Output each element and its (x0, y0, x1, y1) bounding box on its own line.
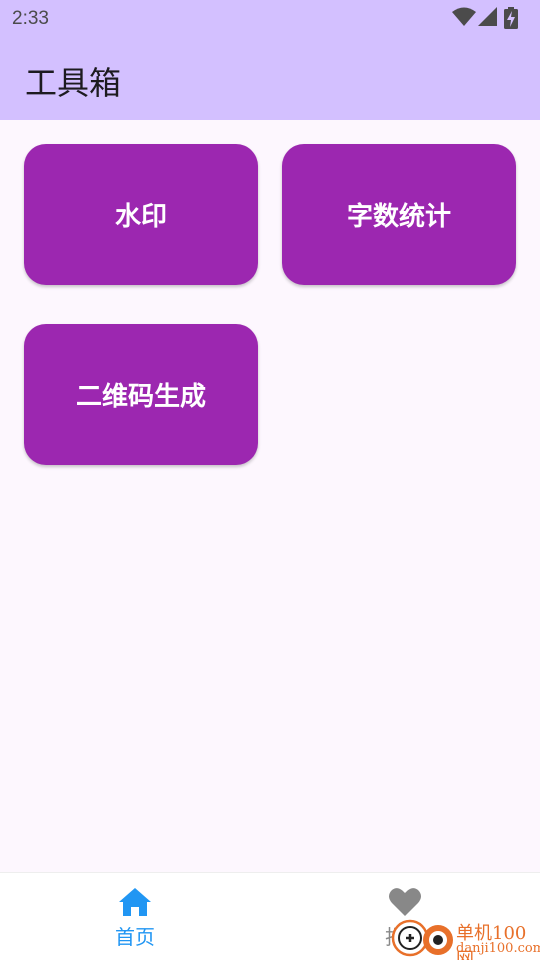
nav-label-home: 首页 (115, 925, 155, 949)
watermark-url: danji100.com (456, 941, 540, 956)
watermark-logo-icon (391, 919, 453, 957)
home-icon (119, 888, 151, 916)
cellular-signal-icon (478, 7, 497, 26)
app-bar: 工具箱 (0, 38, 540, 120)
status-bar: 2:33 (0, 0, 540, 38)
qr-code-tool-button[interactable]: 二维码生成 (24, 324, 258, 465)
screen: 2:33 工具箱 水印 字数统计 二维码生成 首页 单机100网 danji10… (0, 0, 540, 960)
heart-icon (389, 888, 421, 916)
watermark-tool-button[interactable]: 水印 (24, 144, 258, 285)
page-title: 工具箱 (25, 64, 122, 102)
battery-charging-icon (504, 7, 518, 29)
nav-item-home[interactable]: 首页 (0, 873, 270, 960)
status-time: 2:33 (12, 8, 49, 29)
word-count-tool-button[interactable]: 字数统计 (282, 144, 516, 285)
wifi-icon (452, 7, 476, 26)
watermark: 单机100网 danji100.com (390, 915, 540, 960)
